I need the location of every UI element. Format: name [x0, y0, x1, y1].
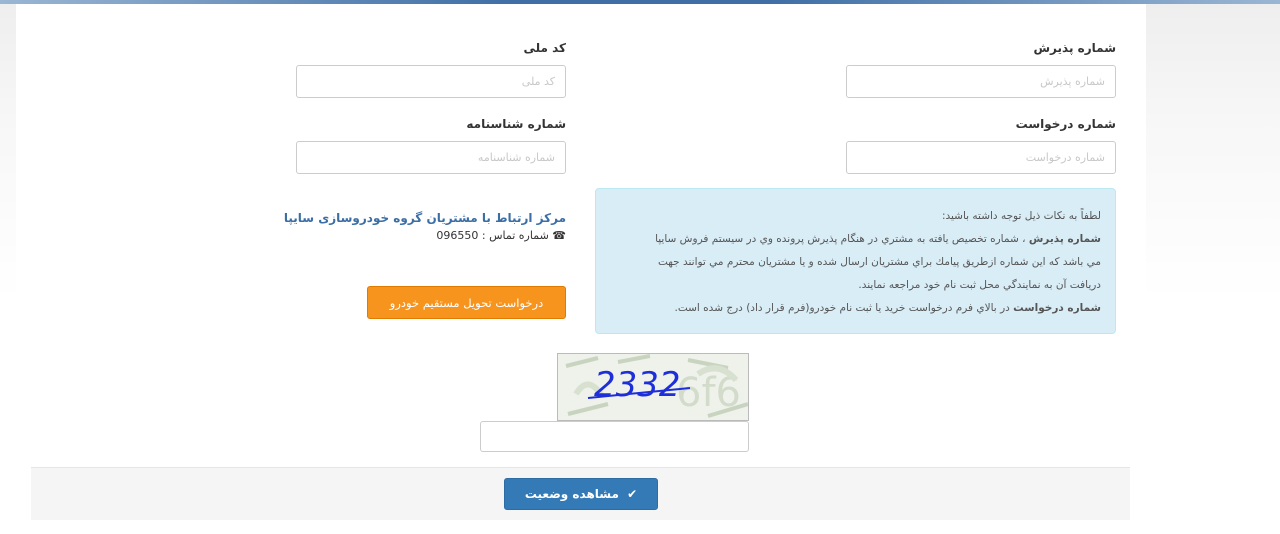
birth-certificate-label: شماره شناسنامه: [466, 117, 566, 131]
notice-reception-text: ، شماره تخصیص یافته به مشتري در هنگام پذ…: [655, 233, 1029, 245]
notice-line-request: شماره درخواست در بالاي فرم درخواست خرید …: [610, 297, 1101, 320]
notice-request-text: در بالاي فرم درخواست خرید یا ثبت نام خود…: [674, 302, 1014, 314]
view-status-button[interactable]: ✔ مشاهده وضعیت: [504, 478, 658, 510]
info-notice: لطفاً به نکات ذیل توجه داشته باشید: شمار…: [595, 188, 1116, 334]
notice-term-request: شماره درخواست: [1013, 302, 1101, 314]
national-code-input[interactable]: [296, 65, 566, 98]
request-number-label: شماره درخواست: [1015, 117, 1116, 131]
request-number-input[interactable]: [846, 141, 1116, 174]
contact-phone-number: شماره تماس : 096550: [436, 229, 549, 242]
direct-delivery-button[interactable]: درخواست تحویل مستقیم خودرو: [367, 286, 566, 319]
reception-number-label: شماره پذیرش: [1033, 41, 1117, 55]
notice-reception-text-2: مي باشد که این شماره ازطریق پیامك براي م…: [657, 256, 1101, 268]
captcha-image: 6f6 2332: [557, 353, 749, 421]
view-status-label: مشاهده وضعیت: [524, 487, 619, 501]
captcha-input[interactable]: [480, 421, 749, 452]
phone-icon: ☎: [552, 229, 566, 242]
contact-center-title: مرکز ارتباط با مشتریان گروه خودروسازی سا…: [283, 211, 566, 225]
national-code-label: کد ملی: [523, 41, 566, 55]
captcha-graphic: 6f6 2332: [558, 354, 748, 420]
captcha-code: 2332: [594, 365, 681, 405]
check-icon: ✔: [627, 487, 638, 501]
reception-number-input[interactable]: [846, 65, 1116, 98]
notice-intro: لطفاً به نکات ذیل توجه داشته باشید:: [941, 210, 1101, 222]
notice-term-reception: شماره پذیرش: [1028, 233, 1101, 245]
birth-certificate-input[interactable]: [296, 141, 566, 174]
contact-phone: ☎ شماره تماس : 096550: [300, 229, 566, 242]
notice-line-reception: شماره پذیرش ، شماره تخصیص یافته به مشتري…: [610, 228, 1101, 251]
notice-reception-text-3: دریافت آن به نمایندگي محل ثبت نام خود مر…: [858, 279, 1101, 291]
